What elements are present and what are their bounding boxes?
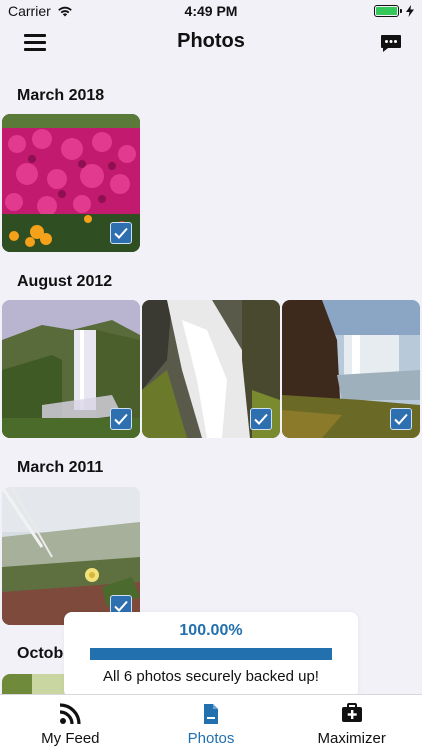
tab-my-feed[interactable]: My Feed	[0, 695, 141, 750]
backed-up-check-icon	[110, 408, 132, 430]
tab-label: Photos	[187, 730, 235, 747]
medkit-plus-icon	[341, 703, 362, 722]
backup-percent: 100.00%	[179, 622, 243, 639]
photo-waterfall-2[interactable]	[142, 300, 280, 438]
backup-progress-bar	[90, 648, 332, 660]
document-icon	[204, 704, 218, 724]
navigation-bar: Photos	[0, 22, 422, 66]
tab-bar: My Feed Photos Maximizer	[0, 694, 422, 750]
status-bar: Carrier 4:49 PM	[0, 0, 422, 22]
backup-status-toast: 100.00% All 6 photos securely backed up!	[64, 612, 358, 698]
rss-feed-icon	[60, 703, 81, 725]
page-title: Photos	[177, 30, 245, 52]
section-title-march-2018: March 2018	[17, 87, 105, 104]
section-title-august-2012: August 2012	[17, 273, 113, 290]
photo-meadow-flower[interactable]	[2, 487, 140, 625]
tab-maximizer[interactable]: Maximizer	[281, 695, 422, 750]
tab-label: My Feed	[41, 730, 100, 747]
chat-bubble-icon[interactable]	[380, 34, 402, 54]
status-time: 4:49 PM	[184, 3, 238, 19]
backup-message: All 6 photos securely backed up!	[103, 668, 319, 685]
photo-waterfall-1[interactable]	[2, 300, 140, 438]
backed-up-check-icon	[390, 408, 412, 430]
tab-photos[interactable]: Photos	[141, 695, 282, 750]
photo-waterfall-3[interactable]	[282, 300, 420, 438]
backed-up-check-icon	[110, 222, 132, 244]
tab-label: Maximizer	[317, 730, 386, 747]
backed-up-check-icon	[250, 408, 272, 430]
photo-pink-flowers[interactable]	[2, 114, 140, 252]
backup-progress-fill	[90, 648, 332, 660]
battery-icon	[374, 5, 402, 17]
section-title-march-2011: March 2011	[17, 459, 104, 476]
